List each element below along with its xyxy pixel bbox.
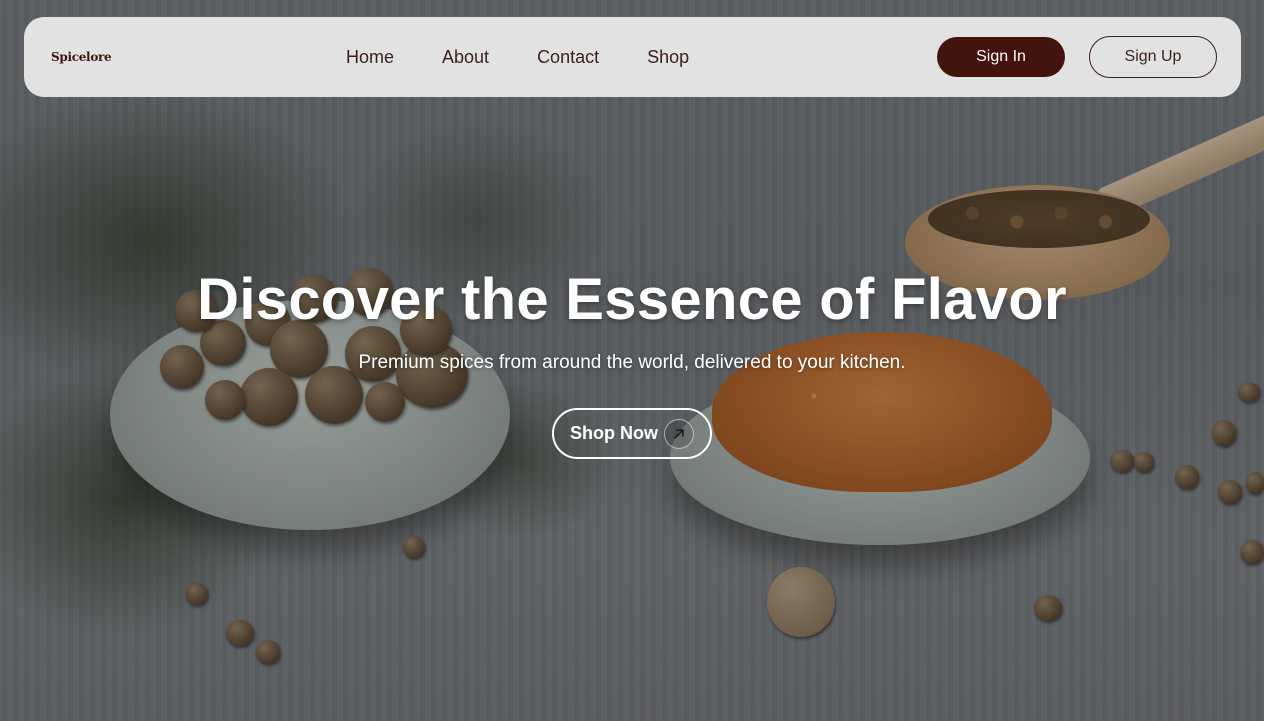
nav-link-home[interactable]: Home	[346, 45, 394, 69]
nav-link-about[interactable]: About	[442, 45, 489, 69]
shop-now-button[interactable]: Shop Now	[552, 408, 712, 459]
nav-link-contact[interactable]: Contact	[537, 45, 599, 69]
hero-title: Discover the Essence of Flavor	[197, 267, 1067, 332]
shop-now-label: Shop Now	[570, 423, 658, 443]
brand-logo[interactable]: Spicelore	[51, 50, 112, 64]
sign-up-button[interactable]: Sign Up	[1089, 36, 1217, 78]
hero-subtitle: Premium spices from around the world, de…	[358, 352, 906, 373]
arrow-up-right-icon	[664, 419, 694, 449]
nav-link-shop[interactable]: Shop	[647, 45, 689, 69]
navbar: Spicelore Home About Contact Shop Sign I…	[24, 17, 1241, 97]
nav-links: Home About Contact Shop	[346, 45, 737, 69]
sign-in-button[interactable]: Sign In	[937, 37, 1065, 77]
